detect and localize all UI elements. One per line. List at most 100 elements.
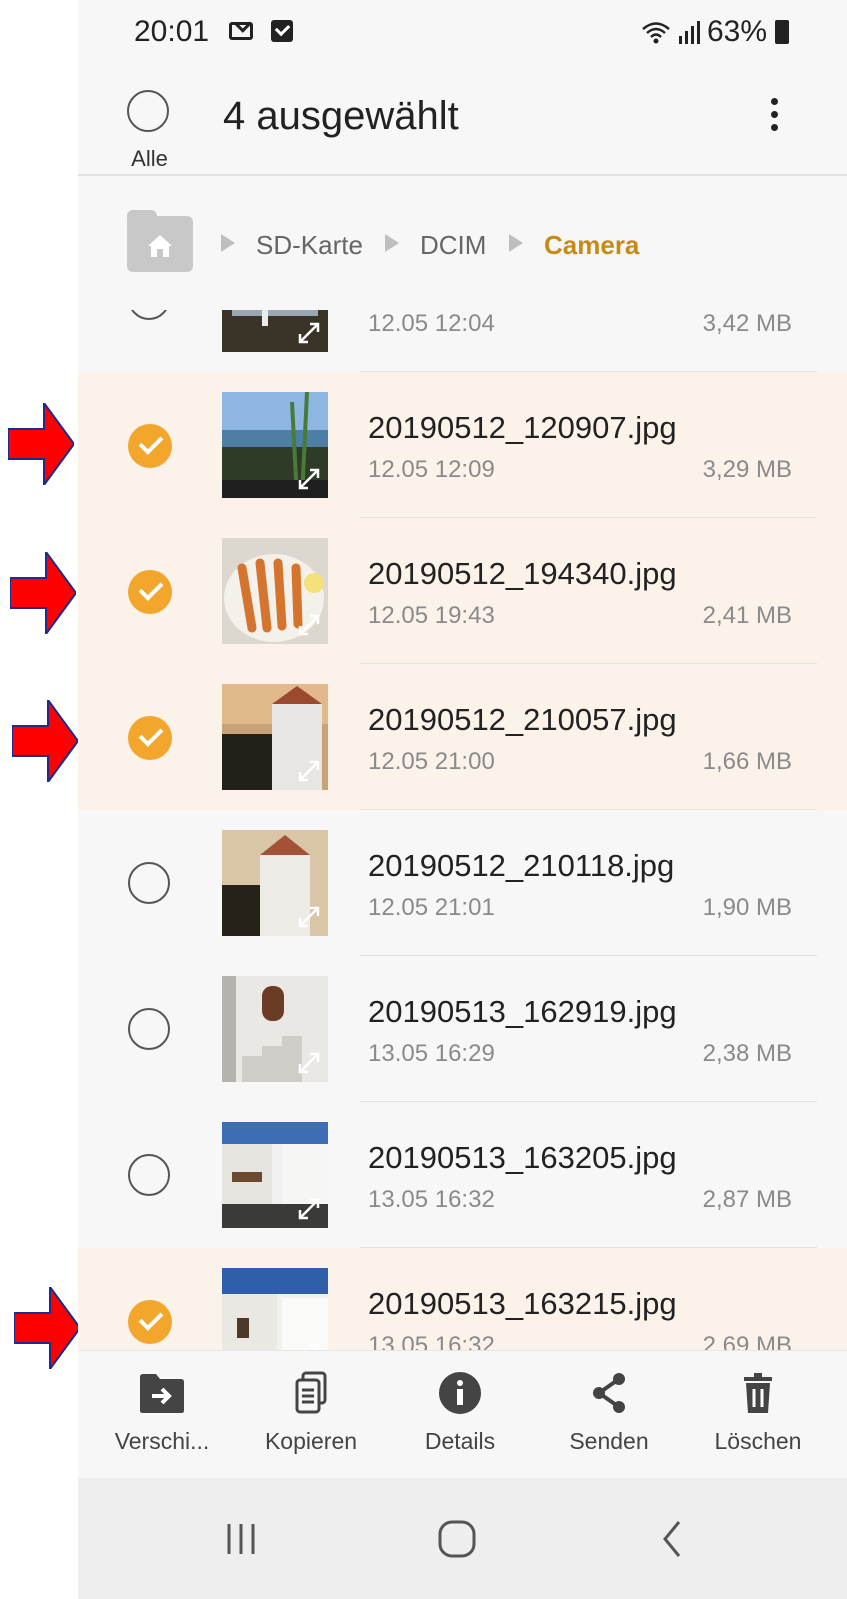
item-checked-icon[interactable] (128, 716, 172, 760)
item-checkbox[interactable] (128, 1008, 170, 1050)
file-size: 3,29 MB (702, 456, 792, 483)
signal-icon (678, 21, 700, 44)
expand-icon (298, 322, 320, 344)
file-date: 12.05 12:09 (368, 456, 495, 483)
expand-icon (298, 906, 320, 928)
annotation-arrow-icon (8, 403, 74, 485)
breadcrumb-camera[interactable]: Camera (544, 230, 639, 261)
home-button-icon[interactable] (427, 1514, 487, 1564)
photo-thumbnail (222, 1268, 328, 1350)
copy-icon (295, 1371, 327, 1414)
file-name: 20190513_163215.jpg (368, 1286, 677, 1321)
file-name: 20190512_194340.jpg (368, 556, 677, 591)
photo-thumbnail (222, 392, 328, 498)
list-item[interactable]: 20190512_120907.jpg 12.05 12:09 3,29 MB (78, 372, 847, 518)
share-button[interactable]: Senden (544, 1371, 674, 1455)
item-checkbox[interactable] (128, 862, 170, 904)
file-name: 20190513_163205.jpg (368, 1140, 677, 1175)
list-item[interactable]: 20190512_210118.jpg 12.05 21:01 1,90 MB (78, 810, 847, 956)
trash-icon (744, 1373, 772, 1413)
share-label: Senden (569, 1428, 649, 1454)
file-size: 1,90 MB (702, 894, 792, 921)
info-icon (439, 1372, 481, 1414)
photo-thumbnail (222, 310, 328, 352)
recent-apps-icon[interactable] (211, 1514, 271, 1564)
wifi-icon (642, 22, 670, 44)
file-name: 20190512_210057.jpg (368, 702, 677, 737)
chevron-right-icon (385, 234, 399, 252)
photo-thumbnail (222, 684, 328, 790)
navigation-bar (78, 1478, 847, 1599)
item-checkbox[interactable] (128, 1154, 170, 1196)
file-date: 12.05 21:00 (368, 748, 495, 775)
move-icon (140, 1374, 184, 1413)
file-size: 3,42 MB (702, 310, 792, 337)
annotation-arrow-icon (14, 1287, 80, 1369)
select-all-checkbox[interactable] (127, 90, 169, 132)
item-checkbox[interactable] (128, 310, 170, 320)
share-icon (593, 1373, 625, 1413)
photo-thumbnail (222, 1122, 328, 1228)
expand-icon (298, 760, 320, 782)
item-checked-icon[interactable] (128, 424, 172, 468)
status-time: 20:01 (134, 15, 210, 48)
file-date: 13.05 16:32 (368, 1186, 495, 1213)
list-item[interactable]: 20190513_163205.jpg 13.05 16:32 2,87 MB (78, 1102, 847, 1248)
file-name: 20190512_210118.jpg (368, 848, 675, 883)
file-size: 2,41 MB (702, 602, 792, 629)
annotation-arrow-icon (10, 552, 76, 634)
file-size: 2,69 MB (702, 1332, 792, 1350)
list-item[interactable]: 12.05 12:04 3,42 MB (78, 310, 847, 372)
selection-count-title: 4 ausgewählt (223, 94, 459, 138)
home-folder-icon[interactable] (127, 216, 193, 272)
chevron-right-icon (221, 234, 235, 252)
file-size: 1,66 MB (702, 748, 792, 775)
delete-label: Löschen (714, 1428, 802, 1454)
copy-label: Kopieren (264, 1428, 358, 1454)
file-name: 20190513_162919.jpg (368, 994, 677, 1029)
list-item[interactable]: 20190513_163215.jpg 13.05 16:32 2,69 MB (78, 1248, 847, 1350)
list-item[interactable]: 20190513_162919.jpg 13.05 16:29 2,38 MB (78, 956, 847, 1102)
file-name: 20190512_120907.jpg (368, 410, 677, 445)
chevron-right-icon (509, 234, 523, 252)
expand-icon (298, 468, 320, 490)
expand-icon (298, 1052, 320, 1074)
copy-button[interactable]: Kopieren (246, 1371, 376, 1455)
expand-icon (298, 1198, 320, 1220)
breadcrumb: SD-Karte DCIM Camera (78, 176, 847, 310)
details-button[interactable]: Details (395, 1371, 525, 1455)
selection-header: Alle 4 ausgewählt (78, 66, 847, 176)
select-all-label: Alle (131, 146, 168, 171)
photo-thumbnail (222, 538, 328, 644)
file-size: 2,38 MB (702, 1040, 792, 1067)
file-date: 12.05 19:43 (368, 602, 495, 629)
breadcrumb-dcim[interactable]: DCIM (420, 230, 486, 261)
expand-icon (298, 614, 320, 636)
file-date: 12.05 12:04 (368, 310, 495, 337)
annotation-arrow-icon (12, 700, 78, 782)
file-date: 12.05 21:01 (368, 894, 495, 921)
item-checked-icon[interactable] (128, 570, 172, 614)
move-label: Verschi... (114, 1428, 210, 1454)
phone-screen: 20:01 63% Alle 4 ausgewählt SD-Karte DCI… (78, 0, 847, 1599)
file-date: 13.05 16:29 (368, 1040, 495, 1067)
photo-thumbnail (222, 976, 328, 1082)
action-bar: Verschi... Kopieren Details Senden Lösch… (78, 1350, 847, 1479)
more-options-icon[interactable] (768, 98, 780, 138)
details-label: Details (424, 1428, 496, 1454)
gmail-notification-icon (229, 22, 253, 40)
delete-button[interactable]: Löschen (693, 1371, 823, 1455)
item-checked-icon[interactable] (128, 1300, 172, 1344)
move-button[interactable]: Verschi... (97, 1371, 227, 1455)
list-item[interactable]: 20190512_194340.jpg 12.05 19:43 2,41 MB (78, 518, 847, 664)
checkbox-notification-icon (271, 20, 293, 42)
photo-thumbnail (222, 830, 328, 936)
file-list: 12.05 12:04 3,42 MB 20190512_120907.jpg … (78, 310, 847, 1350)
breadcrumb-sd-card[interactable]: SD-Karte (256, 230, 363, 261)
status-right: 63% (641, 15, 789, 49)
status-bar: 20:01 63% (78, 0, 847, 66)
battery-icon (775, 20, 789, 44)
file-date: 13.05 16:32 (368, 1332, 495, 1350)
back-icon[interactable] (641, 1514, 701, 1564)
list-item[interactable]: 20190512_210057.jpg 12.05 21:00 1,66 MB (78, 664, 847, 810)
